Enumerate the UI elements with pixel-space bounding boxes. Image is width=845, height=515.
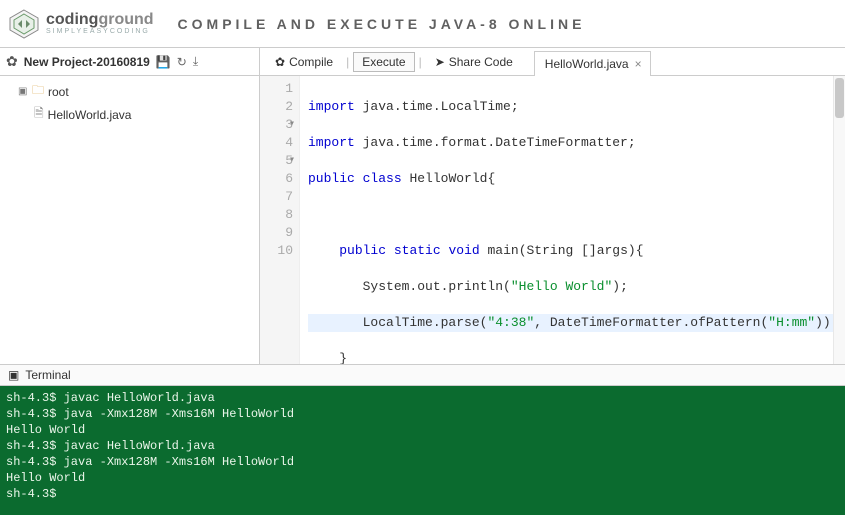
line-number: 10	[260, 242, 293, 260]
line-number: 6	[260, 170, 293, 188]
terminal-title: Terminal	[25, 368, 70, 382]
tree-root[interactable]: ▣ 🗀 root	[6, 80, 253, 103]
main: ▣ 🗀 root 🗎 HelloWorld.java 1 2 3▾ 4 5▾ 6…	[0, 76, 845, 364]
fold-icon[interactable]: ▾	[289, 152, 295, 170]
scroll-thumb[interactable]	[835, 78, 844, 118]
collapse-icon[interactable]: ▣	[18, 86, 28, 97]
share-icon: ➤	[435, 55, 445, 69]
terminal[interactable]: sh-4.3$ javac HelloWorld.java sh-4.3$ ja…	[0, 386, 845, 515]
file-tab[interactable]: HelloWorld.java ×	[534, 51, 651, 77]
share-button[interactable]: ➤ Share Code	[426, 52, 522, 72]
folder-icon: 🗀	[32, 81, 44, 102]
project-toolbar: ✿ New Project-20160819 💾 ↻ ⤓	[0, 48, 260, 75]
logo-text: codingground	[46, 12, 154, 28]
execute-button[interactable]: Execute	[353, 52, 414, 72]
download-icon[interactable]: ⤓	[193, 54, 198, 69]
header: codingground SIMPLYEASYCODING COMPILE AN…	[0, 0, 845, 48]
separator: |	[419, 55, 422, 69]
close-icon[interactable]: ×	[635, 57, 642, 71]
line-number: 4	[260, 134, 293, 152]
project-name: New Project-20160819	[24, 55, 150, 69]
toolbar-row: ✿ New Project-20160819 💾 ↻ ⤓ ✿ Compile |…	[0, 48, 845, 76]
terminal-header: ▣ Terminal	[0, 364, 845, 386]
terminal-icon: ▣	[8, 368, 19, 382]
file-tab-label: HelloWorld.java	[545, 57, 629, 71]
save-icon[interactable]: 💾	[156, 55, 171, 69]
line-number: 2	[260, 98, 293, 116]
logo: codingground SIMPLYEASYCODING	[8, 8, 154, 40]
line-number: 9	[260, 224, 293, 242]
line-gutter: 1 2 3▾ 4 5▾ 6 7 8 9 10	[260, 76, 300, 364]
compile-label: Compile	[289, 55, 333, 69]
gear-icon: ✿	[275, 55, 285, 69]
fold-icon[interactable]: ▾	[289, 116, 295, 134]
tagline: COMPILE AND EXECUTE JAVA-8 ONLINE	[178, 16, 586, 32]
tree-file-label: HelloWorld.java	[48, 108, 132, 122]
share-label: Share Code	[449, 55, 513, 69]
code-area[interactable]: import java.time.LocalTime; import java.…	[300, 76, 845, 364]
tree-file[interactable]: 🗎 HelloWorld.java	[6, 103, 253, 126]
logo-subtext: SIMPLYEASYCODING	[46, 28, 154, 35]
editor-toolbar: ✿ Compile | Execute | ➤ Share Code Hello…	[260, 48, 845, 75]
line-number: 8	[260, 206, 293, 224]
line-number: 1	[260, 80, 293, 98]
refresh-icon[interactable]: ↻	[177, 55, 187, 69]
scrollbar[interactable]	[833, 76, 845, 364]
line-number: 7	[260, 188, 293, 206]
gear-icon[interactable]: ✿	[6, 53, 18, 70]
code-editor[interactable]: 1 2 3▾ 4 5▾ 6 7 8 9 10 import java.time.…	[260, 76, 845, 364]
file-tree: ▣ 🗀 root 🗎 HelloWorld.java	[0, 76, 260, 364]
execute-label: Execute	[362, 55, 405, 69]
line-number: 3▾	[260, 116, 293, 134]
separator: |	[346, 55, 349, 69]
tree-root-label: root	[48, 85, 69, 99]
file-icon: 🗎	[34, 104, 44, 125]
line-number: 5▾	[260, 152, 293, 170]
compile-button[interactable]: ✿ Compile	[266, 52, 342, 72]
logo-icon	[8, 8, 40, 40]
